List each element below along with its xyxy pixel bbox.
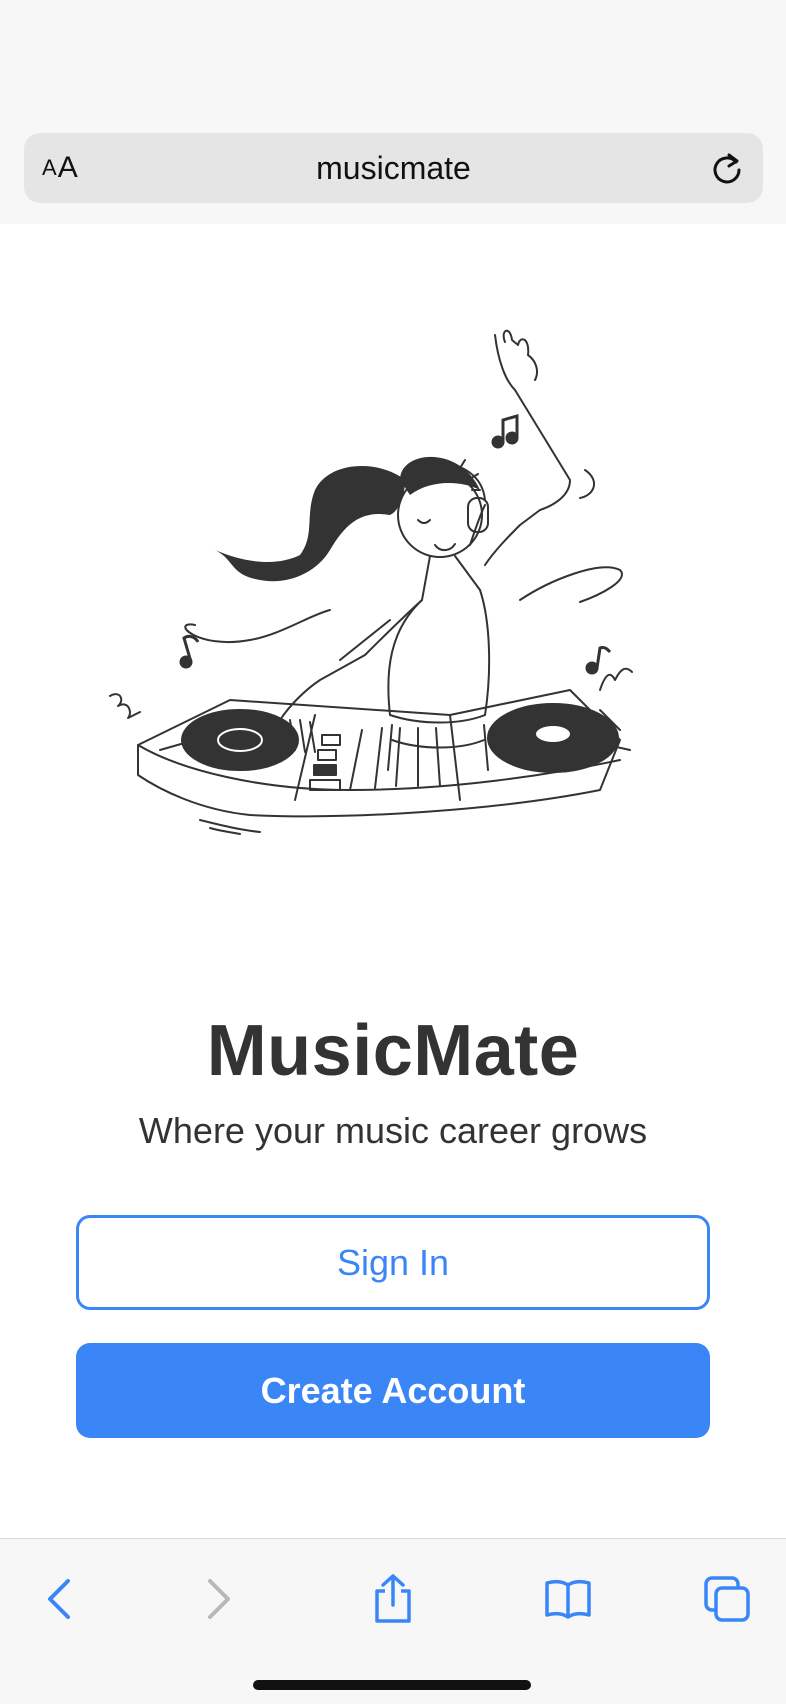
text-size-button[interactable]: AA — [42, 133, 98, 203]
home-indicator — [253, 1680, 531, 1690]
tabs-button[interactable] — [697, 1569, 757, 1629]
bookmarks-button[interactable] — [538, 1569, 598, 1629]
back-button[interactable] — [30, 1569, 90, 1629]
chevron-left-icon — [48, 1579, 70, 1619]
reload-icon[interactable] — [705, 146, 749, 190]
forward-button[interactable] — [188, 1569, 248, 1629]
url-text[interactable]: musicmate — [316, 150, 471, 187]
address-bar[interactable]: AA musicmate — [24, 133, 763, 203]
app-tagline: Where your music career grows — [138, 1110, 648, 1151]
page: AA musicmate MusicMate Where your music … — [0, 0, 786, 1704]
dj-girl-illustration — [100, 320, 700, 940]
book-icon — [545, 1579, 591, 1619]
browser-top-bar: AA musicmate — [0, 0, 786, 224]
create-account-button[interactable]: Create Account — [76, 1343, 710, 1438]
chevron-right-icon — [208, 1579, 230, 1619]
share-icon — [375, 1574, 411, 1623]
share-button[interactable] — [363, 1569, 423, 1629]
app-title: MusicMate — [206, 1011, 580, 1091]
sign-in-button[interactable]: Sign In — [76, 1215, 710, 1310]
tabs-icon — [704, 1576, 750, 1622]
